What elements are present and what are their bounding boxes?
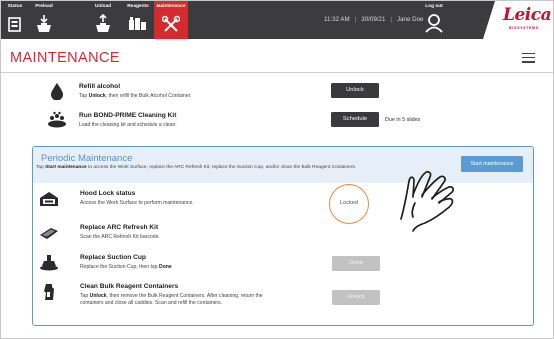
hood-lock-icon (40, 192, 58, 206)
user-logout-icon (425, 14, 443, 33)
tab-maintenance-label: Maintenance (156, 4, 186, 9)
arc-refresh-kit-icon (40, 228, 58, 239)
top-nav-bar: Status Preload Unload Reagents Maintenan… (1, 1, 553, 39)
tab-preload[interactable]: Preload (30, 1, 58, 39)
suction-cup-icon (40, 255, 58, 271)
divider (1, 72, 553, 73)
maintenance-icon (162, 15, 180, 32)
tab-status-label: Status (7, 4, 23, 9)
due-status: Due in 5 slides (385, 117, 421, 123)
item-description: Tap Unlock, then remove the Bulk Reagent… (80, 293, 263, 306)
reagent-container-icon (44, 284, 54, 300)
tap-hand-icon (400, 170, 455, 232)
brand-logo: Leica BIOSYSTEMS (483, 1, 553, 39)
item-description: Scan the ARC Refresh Kit barcode. (80, 234, 160, 240)
alcohol-drop-icon (51, 83, 63, 100)
tab-unload-label: Unload (94, 4, 112, 9)
clock-bar: 11:32 AM | 30/09/21 | Jane Doe (324, 16, 424, 23)
panel-description: Tap Start maintenance to access the Work… (36, 165, 357, 170)
page-title: MAINTENANCE (10, 50, 120, 66)
task-title: Run BOND-PRIME Cleaning Kit (79, 112, 177, 119)
maintenance-screen: Status Preload Unload Reagents Maintenan… (0, 0, 554, 339)
unlock-button[interactable]: Unlock (332, 290, 380, 305)
task-refill-alcohol: Refill alcohol Tap Unlock, then refill t… (1, 80, 553, 110)
tab-maintenance[interactable]: Maintenance (154, 1, 188, 39)
cleaning-kit-icon (48, 111, 66, 128)
panel-title: Periodic Maintenance (41, 153, 133, 164)
status-icon (8, 17, 21, 32)
date-text: 30/09/21 (361, 16, 386, 23)
lock-status-badge: Locked (329, 184, 369, 224)
logout-label: Log out (425, 4, 443, 9)
time-text: 11:32 AM (324, 16, 350, 23)
logout-button[interactable]: Log out (419, 1, 449, 39)
item-description: Replace the Suction Cup, then tap Done (80, 264, 172, 270)
item-title: Hood Lock status (80, 190, 136, 197)
item-title: Replace Suction Cup (80, 254, 146, 261)
item-title: Replace ARC Refresh Kit (80, 224, 159, 231)
task-run-cleaning-kit: Run BOND-PRIME Cleaning Kit Load the cle… (1, 109, 553, 139)
reagents-icon (129, 17, 146, 30)
preload-icon (37, 15, 51, 32)
task-title: Refill alcohol (79, 83, 121, 90)
start-maintenance-button[interactable]: Start maintenance (461, 156, 523, 172)
separator: | (354, 16, 357, 23)
item-clean-bulk-reagent: Clean Bulk Reagent Containers Tap Unlock… (33, 281, 533, 317)
tab-reagents-label: Reagents (127, 4, 149, 9)
separator: | (390, 16, 392, 23)
done-button[interactable]: Done (332, 256, 380, 271)
task-description: Tap Unlock, then refill the Bulk Alcohol… (79, 93, 192, 99)
item-description: Access the Work Surface to perform maint… (80, 200, 194, 206)
tab-reagents[interactable]: Reagents (120, 1, 156, 39)
schedule-button[interactable]: Schedule (331, 112, 379, 127)
item-title: Clean Bulk Reagent Containers (80, 283, 179, 290)
tab-unload[interactable]: Unload (89, 1, 117, 39)
unload-icon (96, 14, 110, 32)
task-description: Load the cleaning kit and schedule a cle… (79, 122, 177, 128)
tab-preload-label: Preload (35, 4, 53, 9)
hamburger-menu-icon[interactable] (522, 53, 535, 64)
brand-subtitle: BIOSYSTEMS (509, 26, 539, 30)
brand-name: Leica (503, 5, 552, 25)
unlock-button[interactable]: Unlock (331, 83, 379, 98)
tab-status[interactable]: Status (1, 1, 29, 39)
